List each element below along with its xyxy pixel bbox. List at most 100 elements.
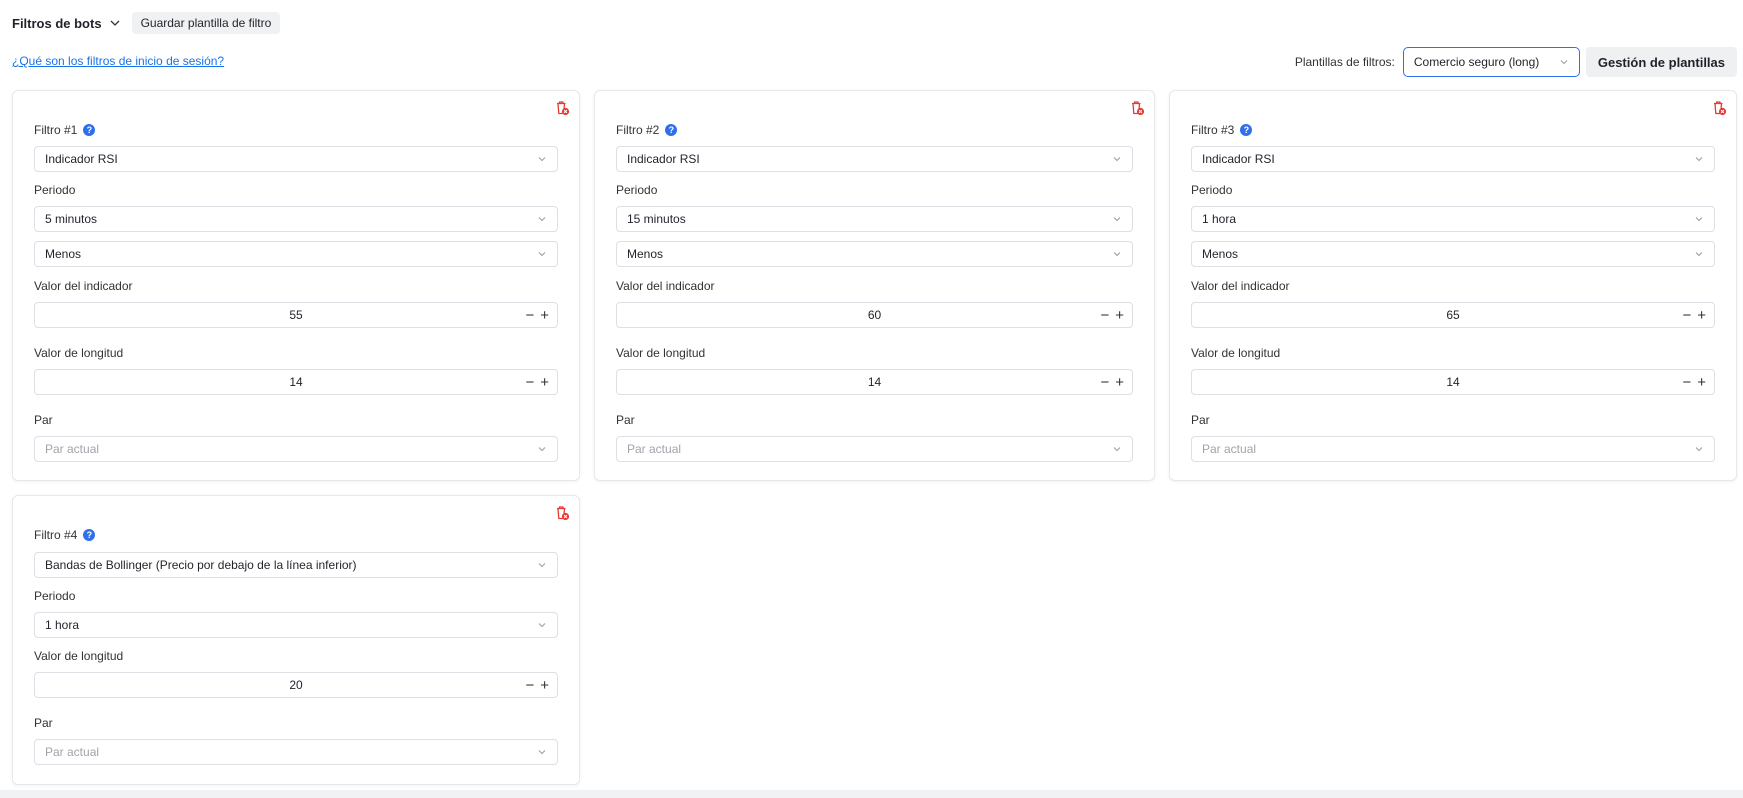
help-icon[interactable]: ? [83, 124, 96, 136]
chevron-down-icon [1560, 60, 1568, 65]
indicator-value-stepper[interactable]: 55 − + [34, 302, 558, 328]
indicator-value-label: Valor del indicador [34, 279, 133, 293]
pair-select[interactable]: Par actual [1191, 436, 1715, 462]
chevron-down-icon [1113, 217, 1121, 222]
decrement-button[interactable]: − [1682, 307, 1691, 324]
delete-filter-icon[interactable] [553, 504, 571, 522]
pair-label: Par [616, 413, 635, 427]
delete-filter-icon[interactable] [1128, 99, 1146, 117]
length-value-field[interactable]: 14 [617, 370, 1132, 394]
help-icon[interactable]: ? [665, 124, 678, 136]
save-filter-template-button[interactable]: Guardar plantilla de filtro [131, 12, 281, 34]
decrement-button[interactable]: − [1100, 307, 1109, 324]
pair-select-placeholder: Par actual [45, 442, 100, 456]
period-label: Periodo [1191, 183, 1233, 197]
login-filters-help-link[interactable]: ¿Qué son los filtros de inicio de sesión… [12, 54, 224, 68]
indicator-select[interactable]: Indicador RSI [1191, 146, 1715, 172]
indicator-select-value: Bandas de Bollinger (Precio por debajo d… [45, 558, 357, 572]
decrement-button[interactable]: − [525, 374, 534, 391]
period-select[interactable]: 5 minutos [34, 206, 558, 232]
bot-filters-dropdown[interactable]: Filtros de bots [12, 16, 122, 31]
pair-select[interactable]: Par actual [616, 436, 1133, 462]
indicator-value-field[interactable]: 60 [617, 303, 1132, 327]
length-value-stepper[interactable]: 14 − + [616, 369, 1133, 395]
chevron-down-icon [1113, 447, 1121, 452]
condition-select[interactable]: Menos [1191, 241, 1715, 267]
pair-label: Par [34, 716, 53, 730]
chevron-down-icon [538, 750, 546, 755]
period-select[interactable]: 1 hora [34, 612, 558, 638]
increment-button[interactable]: + [540, 307, 549, 324]
chevron-down-icon [1695, 217, 1703, 222]
indicator-select[interactable]: Bandas de Bollinger (Precio por debajo d… [34, 552, 558, 578]
pair-label: Par [1191, 413, 1210, 427]
filter-card-3: Filtro #3 ? Indicador RSI Periodo 1 hora… [1169, 90, 1737, 481]
filter-title: Filtro #1 ? [34, 123, 96, 137]
indicator-value-field[interactable]: 65 [1192, 303, 1714, 327]
chevron-down-icon [538, 447, 546, 452]
indicator-select-value: Indicador RSI [627, 152, 700, 166]
condition-select[interactable]: Menos [616, 241, 1133, 267]
pair-select[interactable]: Par actual [34, 436, 558, 462]
pair-select-placeholder: Par actual [1202, 442, 1257, 456]
filter-title: Filtro #3 ? [1191, 123, 1253, 137]
decrement-button[interactable]: − [1100, 374, 1109, 391]
decrement-button[interactable]: − [1682, 374, 1691, 391]
period-label: Periodo [34, 589, 76, 603]
top-bar: Filtros de bots Guardar plantilla de fil… [12, 12, 281, 34]
filter-title-text: Filtro #3 [1191, 123, 1235, 137]
length-value-field[interactable]: 14 [1192, 370, 1714, 394]
pair-select[interactable]: Par actual [34, 739, 558, 765]
period-label: Periodo [34, 183, 76, 197]
period-select[interactable]: 1 hora [1191, 206, 1715, 232]
length-value-field[interactable]: 14 [35, 370, 557, 394]
templates-label: Plantillas de filtros: [1294, 55, 1395, 69]
template-select[interactable]: Comercio seguro (long) [1402, 47, 1580, 77]
decrement-button[interactable]: − [525, 677, 534, 694]
increment-button[interactable]: + [1697, 374, 1706, 391]
condition-select[interactable]: Menos [34, 241, 558, 267]
increment-button[interactable]: + [540, 677, 549, 694]
indicator-value-stepper[interactable]: 65 − + [1191, 302, 1715, 328]
decrement-button[interactable]: − [525, 307, 534, 324]
condition-select-value: Menos [45, 247, 82, 261]
increment-button[interactable]: + [1697, 307, 1706, 324]
filter-card-2: Filtro #2 ? Indicador RSI Periodo 15 min… [594, 90, 1155, 481]
chevron-down-icon [538, 252, 546, 257]
length-value-stepper[interactable]: 14 − + [1191, 369, 1715, 395]
filter-title-text: Filtro #4 [34, 528, 78, 542]
filter-title-text: Filtro #1 [34, 123, 78, 137]
length-value-label: Valor de longitud [34, 649, 124, 663]
chevron-down-icon [1113, 157, 1121, 162]
length-value-label: Valor de longitud [34, 346, 124, 360]
increment-button[interactable]: + [1115, 307, 1124, 324]
length-value-field[interactable]: 20 [35, 673, 557, 697]
period-select-value: 5 minutos [45, 212, 98, 226]
delete-filter-icon[interactable] [553, 99, 571, 117]
increment-button[interactable]: + [1115, 374, 1124, 391]
filter-card-1: Filtro #1 ? Indicador RSI Periodo 5 minu… [12, 90, 580, 481]
template-select-value: Comercio seguro (long) [1413, 55, 1540, 69]
indicator-value-stepper[interactable]: 60 − + [616, 302, 1133, 328]
pair-label: Par [34, 413, 53, 427]
indicator-value-field[interactable]: 55 [35, 303, 557, 327]
help-icon[interactable]: ? [1240, 124, 1253, 136]
condition-select-value: Menos [1202, 247, 1239, 261]
chevron-down-icon [1695, 252, 1703, 257]
increment-button[interactable]: + [540, 374, 549, 391]
chevron-down-icon [538, 217, 546, 222]
indicator-select[interactable]: Indicador RSI [616, 146, 1133, 172]
filter-card-4: Filtro #4 ? Bandas de Bollinger (Precio … [12, 495, 580, 785]
manage-templates-button[interactable]: Gestión de plantillas [1585, 47, 1737, 77]
length-value-label: Valor de longitud [616, 346, 706, 360]
period-select[interactable]: 15 minutos [616, 206, 1133, 232]
help-icon[interactable]: ? [83, 529, 96, 541]
delete-filter-icon[interactable] [1710, 99, 1728, 117]
period-select-value: 1 hora [45, 618, 80, 632]
period-label: Periodo [616, 183, 658, 197]
period-select-value: 15 minutos [627, 212, 686, 226]
length-value-stepper[interactable]: 20 − + [34, 672, 558, 698]
indicator-select[interactable]: Indicador RSI [34, 146, 558, 172]
length-value-stepper[interactable]: 14 − + [34, 369, 558, 395]
filter-title: Filtro #2 ? [616, 123, 678, 137]
